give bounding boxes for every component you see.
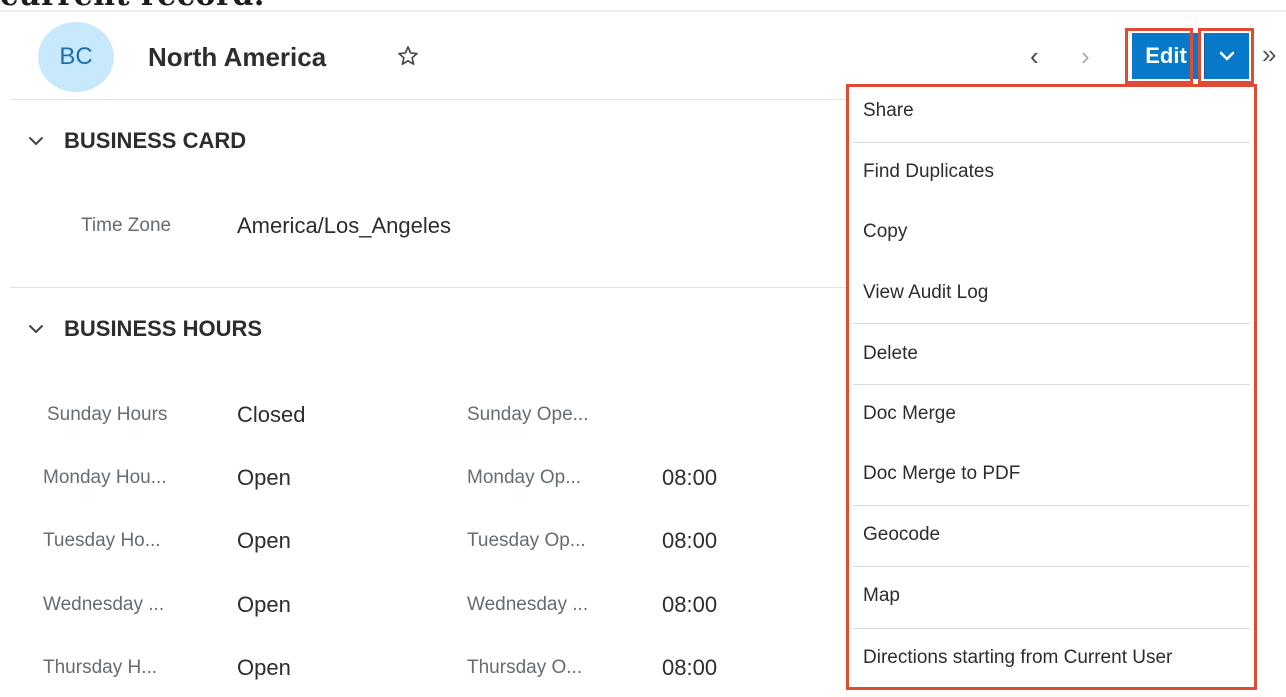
chevron-left-icon[interactable]: ‹ [1030,43,1039,69]
field-label: Thursday O... [467,657,583,678]
section-title: BUSINESS CARD [64,128,247,153]
edit-button-highlight [1125,28,1193,84]
field-label-time-zone: Time Zone [81,215,172,236]
divider [10,99,848,100]
chevron-down-icon [29,325,43,333]
field-value[interactable]: 08:00 [662,465,717,491]
menu-item-copy[interactable]: Copy [853,202,1250,262]
field-label: Monday Hou... [43,467,167,488]
field-value[interactable]: Open [237,465,291,491]
field-value[interactable]: 08:00 [662,592,717,618]
record-title: North America [148,42,327,72]
menu-item-geocode[interactable]: Geocode [853,505,1250,565]
menu-item-doc-merge-to-pdf[interactable]: Doc Merge to PDF [853,444,1250,504]
menu-item-view-audit-log[interactable]: View Audit Log [853,263,1250,323]
field-label: Monday Op... [467,467,582,488]
field-value[interactable]: 08:00 [662,655,717,681]
menu-item-directions[interactable]: Directions starting from Current User [853,628,1250,688]
section-title: BUSINESS HOURS [64,316,263,341]
field-label: Sunday Hours [47,404,168,425]
field-label: Wednesday ... [467,594,589,615]
field-label: Sunday Ope... [467,404,589,425]
actions-dropdown-highlight [1198,28,1254,84]
field-label: Tuesday Ho... [43,530,161,551]
field-value[interactable]: Open [237,528,291,554]
section-header-business-hours[interactable]: BUSINESS HOURS [28,316,262,342]
divider [10,287,848,288]
chevron-right-icon[interactable]: › [1081,43,1090,69]
field-value[interactable]: Closed [237,402,305,428]
field-value[interactable]: 08:00 [662,528,717,554]
field-value[interactable]: Open [237,592,291,618]
double-chevron-right-icon[interactable]: » [1262,41,1276,67]
menu-item-map[interactable]: Map [853,566,1250,626]
menu-item-doc-merge[interactable]: Doc Merge [853,384,1250,444]
field-value-time-zone[interactable]: America/Los_Angeles [237,213,451,239]
chevron-down-icon [29,137,43,145]
field-label: Tuesday Op... [467,530,586,551]
field-label: Thursday H... [43,657,158,678]
star-icon[interactable] [396,44,420,68]
field-label: Wednesday ... [43,594,165,615]
section-header-business-card[interactable]: BUSINESS CARD [28,128,246,154]
avatar: BC [38,22,114,92]
menu-item-delete[interactable]: Delete [853,324,1250,384]
menu-item-share[interactable]: Share [853,81,1250,141]
field-value[interactable]: Open [237,655,291,681]
header-divider [0,10,1286,12]
menu-item-find-duplicates[interactable]: Find Duplicates [853,142,1250,202]
